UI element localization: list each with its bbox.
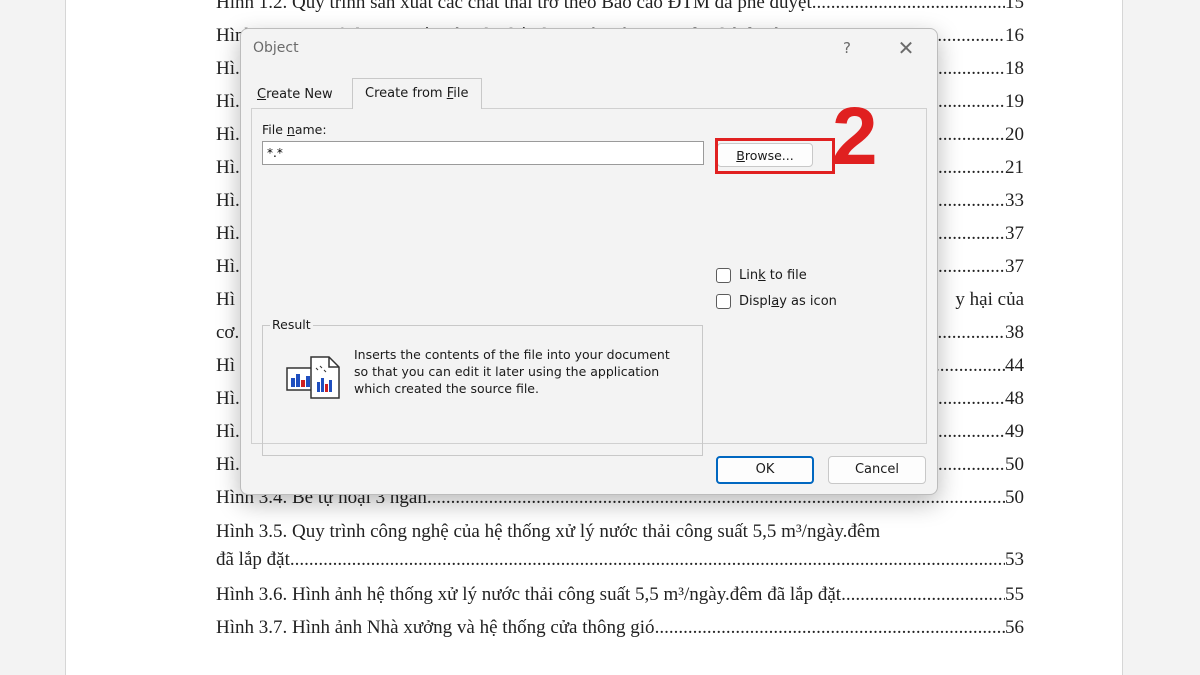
- toc-dot-leader: ........................................…: [811, 0, 1005, 13]
- link-to-file-label: Link to file: [739, 268, 807, 283]
- display-as-icon-option[interactable]: Display as icon: [716, 294, 837, 309]
- display-as-icon-checkbox[interactable]: [716, 294, 731, 309]
- toc-page-number: 50: [1005, 454, 1024, 475]
- toc-page-number: 21: [1005, 157, 1024, 178]
- toc-line-text: Hì: [216, 91, 235, 112]
- toc-page-number: 18: [1005, 58, 1024, 79]
- toc-page-number: 37: [1005, 256, 1024, 277]
- toc-line-text: Hì: [216, 190, 235, 211]
- dialog-titlebar[interactable]: Object ? ✕: [241, 29, 937, 67]
- tab-create-from-file[interactable]: Create from File: [352, 78, 482, 109]
- toc-line-text: Hì: [216, 124, 235, 145]
- toc-line-text: Hì: [216, 157, 235, 178]
- toc-page-number: 44: [1005, 355, 1024, 376]
- toc-line-text: Hì: [216, 454, 235, 475]
- link-to-file-checkbox[interactable]: [716, 268, 731, 283]
- toc-line-text: Hình 3.7. Hình ảnh Nhà xưởng và hệ thống…: [216, 617, 655, 638]
- toc-page-number: 19: [1005, 91, 1024, 112]
- toc-dot-leader: ........................................…: [935, 355, 1005, 376]
- toc-line: Hình 1.2. Quy trình sản xuất các chất th…: [216, 0, 1024, 19]
- tab-create-new[interactable]: Create New: [251, 82, 339, 108]
- toc-line-text: Hì: [216, 58, 235, 79]
- toc-line-text: Hì: [216, 388, 235, 409]
- cancel-button[interactable]: Cancel: [828, 456, 926, 484]
- file-name-input[interactable]: [262, 141, 704, 165]
- toc-line: Hình 3.7. Hình ảnh Nhà xưởng và hệ thống…: [216, 611, 1024, 644]
- annotation-highlight-box: [715, 138, 835, 174]
- toc-line-text: đã lắp đặt: [216, 549, 290, 570]
- toc-line-tail: y hại của: [955, 289, 1024, 310]
- toc-line-text: Hì: [216, 256, 235, 277]
- help-button[interactable]: ?: [837, 37, 857, 59]
- toc-line-continuation: đã lắp đặt..............................…: [216, 546, 1024, 574]
- toc-line-text: Hình 3.6. Hình ảnh hệ thống xử lý nước t…: [216, 584, 842, 605]
- toc-line: Hình 3.6. Hình ảnh hệ thống xử lý nước t…: [216, 578, 1024, 611]
- toc-line-text: Hình 3.5. Quy trình công nghệ của hệ thố…: [216, 521, 881, 542]
- result-description: Inserts the contents of the file into yo…: [354, 347, 670, 396]
- annotation-step-number: 2: [832, 91, 878, 182]
- toc-dot-leader: ........................................…: [289, 549, 1005, 570]
- dialog-title: Object: [253, 40, 299, 56]
- toc-page-number: 20: [1005, 124, 1024, 145]
- toc-line-text: Hì: [216, 421, 235, 442]
- toc-page-number: 50: [1005, 487, 1024, 508]
- toc-page-number: 38: [1005, 322, 1024, 343]
- ok-button[interactable]: OK: [716, 456, 814, 484]
- toc-page-number: 49: [1005, 421, 1024, 442]
- close-button[interactable]: ✕: [893, 35, 919, 61]
- toc-line-text: Hì: [216, 223, 235, 244]
- toc-page-number: 55: [1005, 584, 1024, 605]
- toc-dot-leader: ........................................…: [841, 584, 1005, 605]
- toc-line-text: Hì: [216, 289, 235, 310]
- toc-page-number: 48: [1005, 388, 1024, 409]
- toc-dot-leader: ........................................…: [654, 617, 1005, 638]
- toc-page-number: 33: [1005, 190, 1024, 211]
- create-from-file-panel: File name: Browse... Link to file Displa…: [251, 108, 927, 456]
- toc-line-text: Hình 1.2. Quy trình sản xuất các chất th…: [216, 0, 812, 13]
- toc-line-text: cơ: [216, 322, 235, 343]
- display-as-icon-label: Display as icon: [739, 294, 837, 309]
- result-group: Result Inserts the contents of the file …: [262, 317, 703, 456]
- embedded-file-icon: [286, 356, 340, 399]
- toc-page-number: 15: [1005, 0, 1024, 13]
- link-to-file-option[interactable]: Link to file: [716, 268, 807, 283]
- file-name-label: File name:: [262, 122, 327, 137]
- toc-page-number: 16: [1005, 25, 1024, 46]
- toc-page-number: 37: [1005, 223, 1024, 244]
- toc-page-number: 53: [1005, 549, 1024, 570]
- toc-page-number: 56: [1005, 617, 1024, 638]
- result-label: Result: [270, 317, 313, 332]
- toc-line: Hình 3.5. Quy trình công nghệ của hệ thố…: [216, 514, 1024, 578]
